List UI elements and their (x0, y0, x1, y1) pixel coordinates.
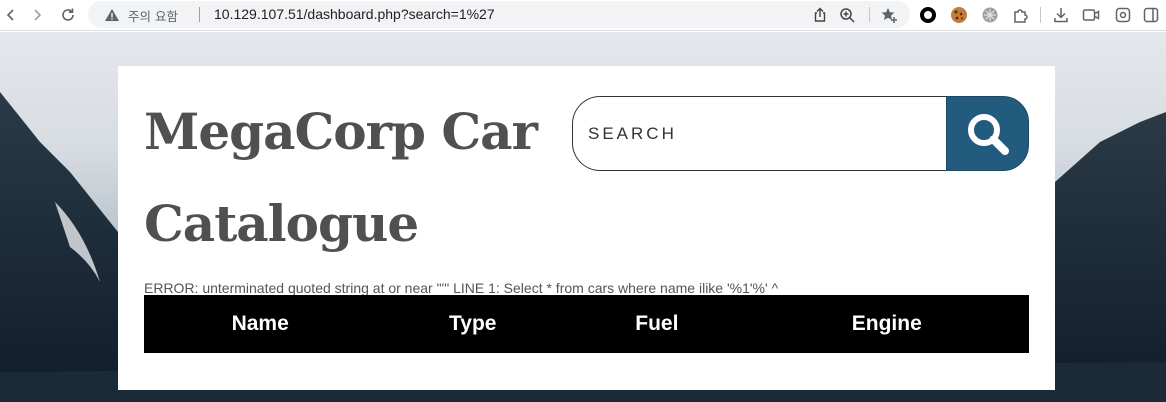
security-status-label[interactable]: 주의 요함 (128, 6, 178, 25)
star-add-icon (881, 8, 897, 23)
ring-icon (920, 7, 936, 23)
url-text[interactable]: 10.129.107.51/dashboard.php?search=1%27 (214, 6, 495, 22)
column-header-engine: Engine (851, 312, 922, 335)
title-line-2: Catalogue (144, 194, 419, 253)
download-icon (1054, 8, 1068, 23)
media-button[interactable] (1080, 4, 1102, 26)
page-title: MegaCorp Car Catalogue (144, 86, 564, 270)
content-card: MegaCorp Car Catalogue ERROR: unterminat… (118, 66, 1055, 390)
search-input[interactable] (572, 96, 948, 171)
back-button[interactable] (0, 4, 22, 26)
column-header-type: Type (449, 312, 497, 335)
reload-icon (62, 8, 74, 21)
page-background: MegaCorp Car Catalogue ERROR: unterminat… (0, 32, 1166, 402)
extension-o-button[interactable] (917, 4, 939, 26)
side-panel-button[interactable] (1140, 4, 1162, 26)
screenshot-icon (1115, 7, 1131, 23)
share-icon (814, 7, 826, 22)
shield-icon (982, 7, 998, 23)
toolbar-divider (1040, 7, 1041, 23)
puzzle-icon (1014, 9, 1028, 23)
omnibox-divider (199, 7, 200, 22)
column-header-fuel: Fuel (635, 312, 679, 335)
cars-table: Name Type Fuel Engine (144, 295, 1029, 353)
address-bar[interactable]: 주의 요함 10.129.107.51/dashboard.php?search… (88, 1, 910, 28)
chevron-left-icon (6, 9, 14, 21)
title-line-1: MegaCorp Car (144, 102, 538, 161)
zoom-button[interactable] (837, 5, 857, 25)
extension-cookie-button[interactable] (948, 4, 970, 26)
screenshot-button[interactable] (1112, 4, 1134, 26)
side-panel-icon (1143, 7, 1159, 23)
forward-button[interactable] (26, 4, 48, 26)
search-icon (967, 113, 1009, 155)
extensions-button[interactable] (1010, 4, 1032, 26)
extension-shield-button[interactable] (979, 4, 1001, 26)
downloads-button[interactable] (1050, 4, 1072, 26)
share-button[interactable] (810, 5, 830, 25)
browser-toolbar: 주의 요함 10.129.107.51/dashboard.php?search… (0, 0, 1166, 31)
cookie-icon (951, 7, 967, 23)
column-header-name: Name (231, 312, 289, 335)
reload-button[interactable] (57, 4, 79, 26)
zoom-in-icon (840, 8, 855, 23)
warning-icon[interactable] (104, 7, 120, 23)
chevron-right-icon (34, 9, 42, 21)
bookmark-button[interactable] (880, 5, 900, 25)
table-header-row: Name Type Fuel Engine (144, 295, 1029, 353)
media-icon (1082, 9, 1100, 21)
omnibox-divider-2 (869, 7, 870, 22)
sql-error-message: ERROR: unterminated quoted string at or … (144, 280, 779, 296)
search-button[interactable] (946, 96, 1029, 171)
